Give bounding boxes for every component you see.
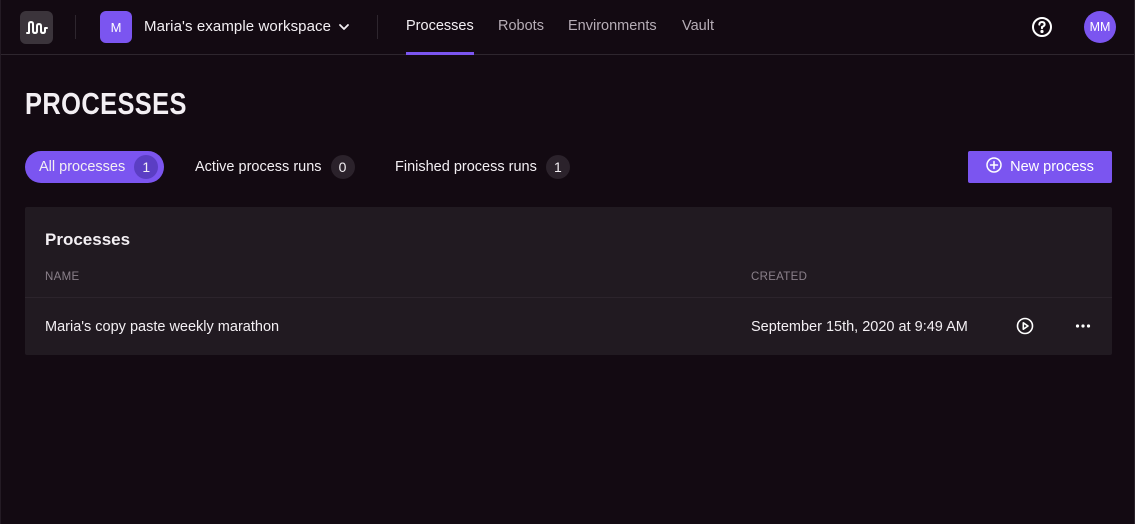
app-frame: M Maria's example workspace Processes Ro… <box>0 0 1135 524</box>
page-title: PROCESSES <box>25 86 187 121</box>
filter-all-processes[interactable]: All processes 1 <box>25 151 165 183</box>
workspace-avatar[interactable]: M <box>100 11 132 43</box>
tab-processes[interactable]: Processes <box>406 18 474 55</box>
new-process-label: New process <box>1010 159 1094 175</box>
filter-label: Finished process runs <box>395 159 537 175</box>
divider <box>75 15 76 39</box>
table-row[interactable]: Maria's copy paste weekly marathon Septe… <box>25 298 1112 355</box>
top-navigation-bar: M Maria's example workspace Processes Ro… <box>1 0 1134 55</box>
user-avatar[interactable]: MM <box>1084 11 1116 43</box>
count-badge: 0 <box>330 155 355 179</box>
count-badge: 1 <box>545 155 570 179</box>
filter-finished-process-runs[interactable]: Finished process runs 1 <box>395 151 570 183</box>
plus-circle-icon <box>986 157 1002 177</box>
filter-label: All processes <box>39 159 126 175</box>
divider <box>377 15 378 39</box>
chevron-down-icon[interactable] <box>337 20 351 34</box>
filter-label: Active process runs <box>195 159 322 175</box>
processes-table-card: Processes NAME CREATED Maria's copy past… <box>25 207 1112 355</box>
new-process-button[interactable]: New process <box>968 151 1112 183</box>
column-header-name[interactable]: NAME <box>45 271 79 283</box>
count-badge: 1 <box>134 155 159 179</box>
waveform-logo-icon[interactable] <box>20 11 53 44</box>
tab-robots[interactable]: Robots <box>498 18 544 55</box>
process-name[interactable]: Maria's copy paste weekly marathon <box>45 319 279 335</box>
question-circle-icon[interactable] <box>1031 16 1053 38</box>
column-header-created[interactable]: CREATED <box>751 271 807 283</box>
more-horizontal-icon[interactable] <box>1073 316 1093 336</box>
play-circle-icon[interactable] <box>1015 316 1035 336</box>
tab-environments[interactable]: Environments <box>568 18 657 55</box>
tab-vault[interactable]: Vault <box>682 18 714 55</box>
filter-active-process-runs[interactable]: Active process runs 0 <box>195 151 355 183</box>
card-title: Processes <box>45 230 131 249</box>
process-created: September 15th, 2020 at 9:49 AM <box>751 319 968 335</box>
workspace-name[interactable]: Maria's example workspace <box>144 18 331 35</box>
